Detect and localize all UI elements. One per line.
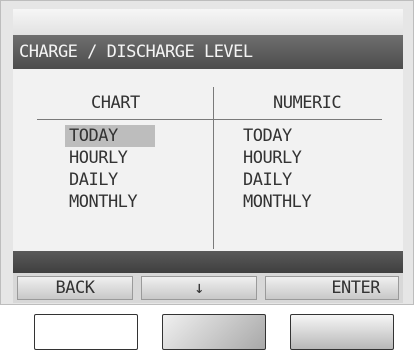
numeric-options-list: TODAY HOURLY DAILY MONTHLY [239, 125, 312, 213]
chart-option-today[interactable]: TODAY [65, 125, 155, 147]
chart-option-hourly[interactable]: HOURLY [65, 147, 155, 169]
hardware-button-middle[interactable] [162, 314, 266, 350]
device-screen: CHARGE / DISCHARGE LEVEL CHART NUMERIC T… [0, 0, 414, 305]
hardware-button-left[interactable] [34, 314, 138, 350]
chart-options-list: TODAY HOURLY DAILY MONTHLY [65, 125, 155, 213]
screen-title: CHARGE / DISCHARGE LEVEL [13, 35, 403, 69]
numeric-option-today[interactable]: TODAY [239, 125, 311, 147]
top-band [13, 9, 403, 35]
back-softkey[interactable]: BACK [17, 276, 133, 300]
chart-option-daily[interactable]: DAILY [65, 169, 155, 191]
chart-option-monthly[interactable]: MONTHLY [65, 191, 155, 213]
numeric-option-hourly[interactable]: HOURLY [239, 147, 311, 169]
column-header-chart: CHART [91, 93, 140, 113]
softkey-bar: BACK ↓ ENTER [13, 273, 403, 303]
enter-softkey[interactable]: ENTER [265, 276, 399, 300]
numeric-option-daily[interactable]: DAILY [239, 169, 311, 191]
bottom-band [13, 251, 403, 273]
column-header-numeric: NUMERIC [273, 93, 342, 113]
menu-panel: CHART NUMERIC TODAY HOURLY DAILY MONTHLY… [13, 69, 403, 251]
down-arrow-softkey[interactable]: ↓ [141, 276, 257, 300]
numeric-option-monthly[interactable]: MONTHLY [239, 191, 312, 213]
hardware-button-right[interactable] [290, 314, 394, 350]
header-divider [37, 119, 382, 120]
column-divider [213, 87, 214, 249]
